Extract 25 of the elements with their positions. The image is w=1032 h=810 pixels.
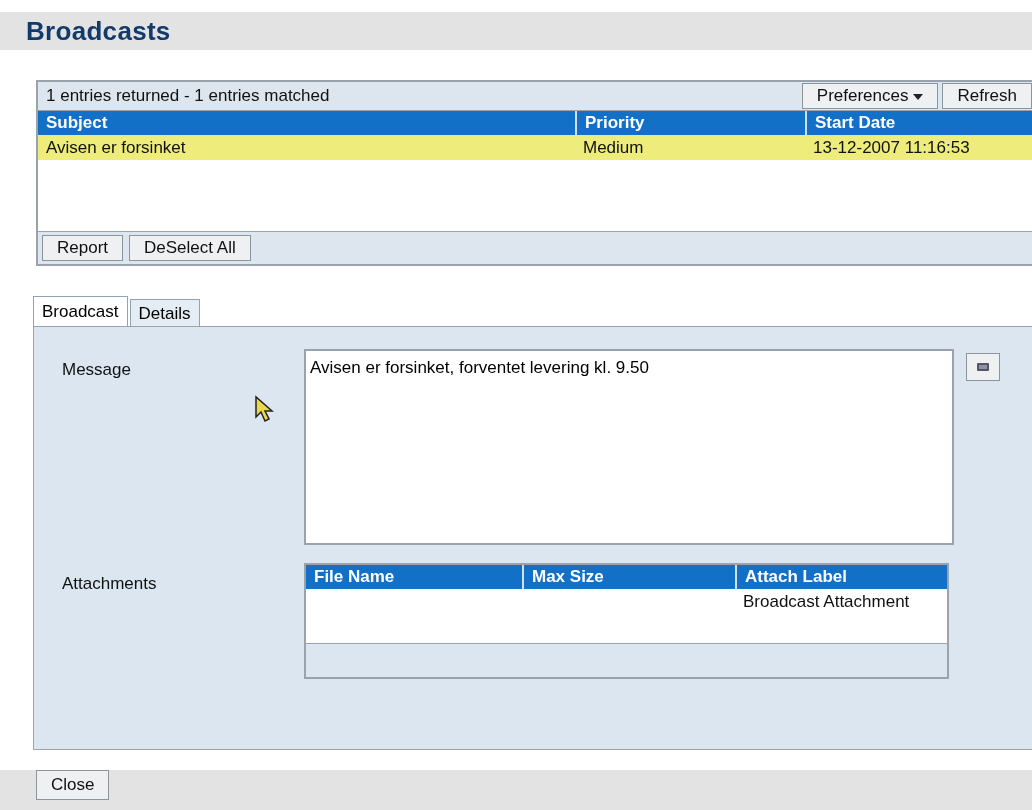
preferences-dropdown[interactable]: Preferences bbox=[801, 83, 939, 109]
column-header[interactable]: Attach Label bbox=[735, 565, 947, 589]
column-header[interactable]: Subject bbox=[38, 111, 575, 135]
cursor-icon bbox=[254, 395, 276, 423]
message-field[interactable]: Avisen er forsinket, forventet levering kl. 9.50 bbox=[304, 349, 954, 545]
table-cell-text: Avisen er forsinket bbox=[45, 137, 187, 159]
tab[interactable]: Details bbox=[129, 299, 200, 326]
table-row[interactable]: Avisen er forsinket Medium 13-12-2007 11:16:53 bbox=[38, 135, 1032, 160]
deselect-all-button[interactable]: DeSelect All bbox=[129, 235, 251, 261]
page-title: Broadcasts bbox=[26, 14, 171, 48]
table-cell-text: Broadcast Attachment bbox=[742, 591, 911, 613]
column-header[interactable]: Max Size bbox=[522, 565, 735, 589]
table-cell-text: 13-12-2007 11:16:53 bbox=[812, 137, 971, 159]
field-label: Attachments bbox=[62, 573, 157, 595]
tab[interactable]: Broadcast bbox=[33, 296, 128, 326]
table-cell-text: Medium bbox=[582, 137, 645, 159]
close-button[interactable]: Close bbox=[36, 770, 110, 800]
results-summary: 1 entries returned - 1 entries matched bbox=[45, 85, 331, 108]
report-button[interactable]: Report bbox=[42, 235, 124, 261]
lines-icon bbox=[977, 363, 989, 371]
refresh-button[interactable]: Refresh bbox=[942, 83, 1032, 109]
expand-button[interactable] bbox=[966, 353, 1000, 381]
field-label: Message bbox=[62, 359, 131, 381]
caret-icon bbox=[913, 93, 924, 100]
column-header[interactable]: File Name bbox=[306, 565, 522, 589]
